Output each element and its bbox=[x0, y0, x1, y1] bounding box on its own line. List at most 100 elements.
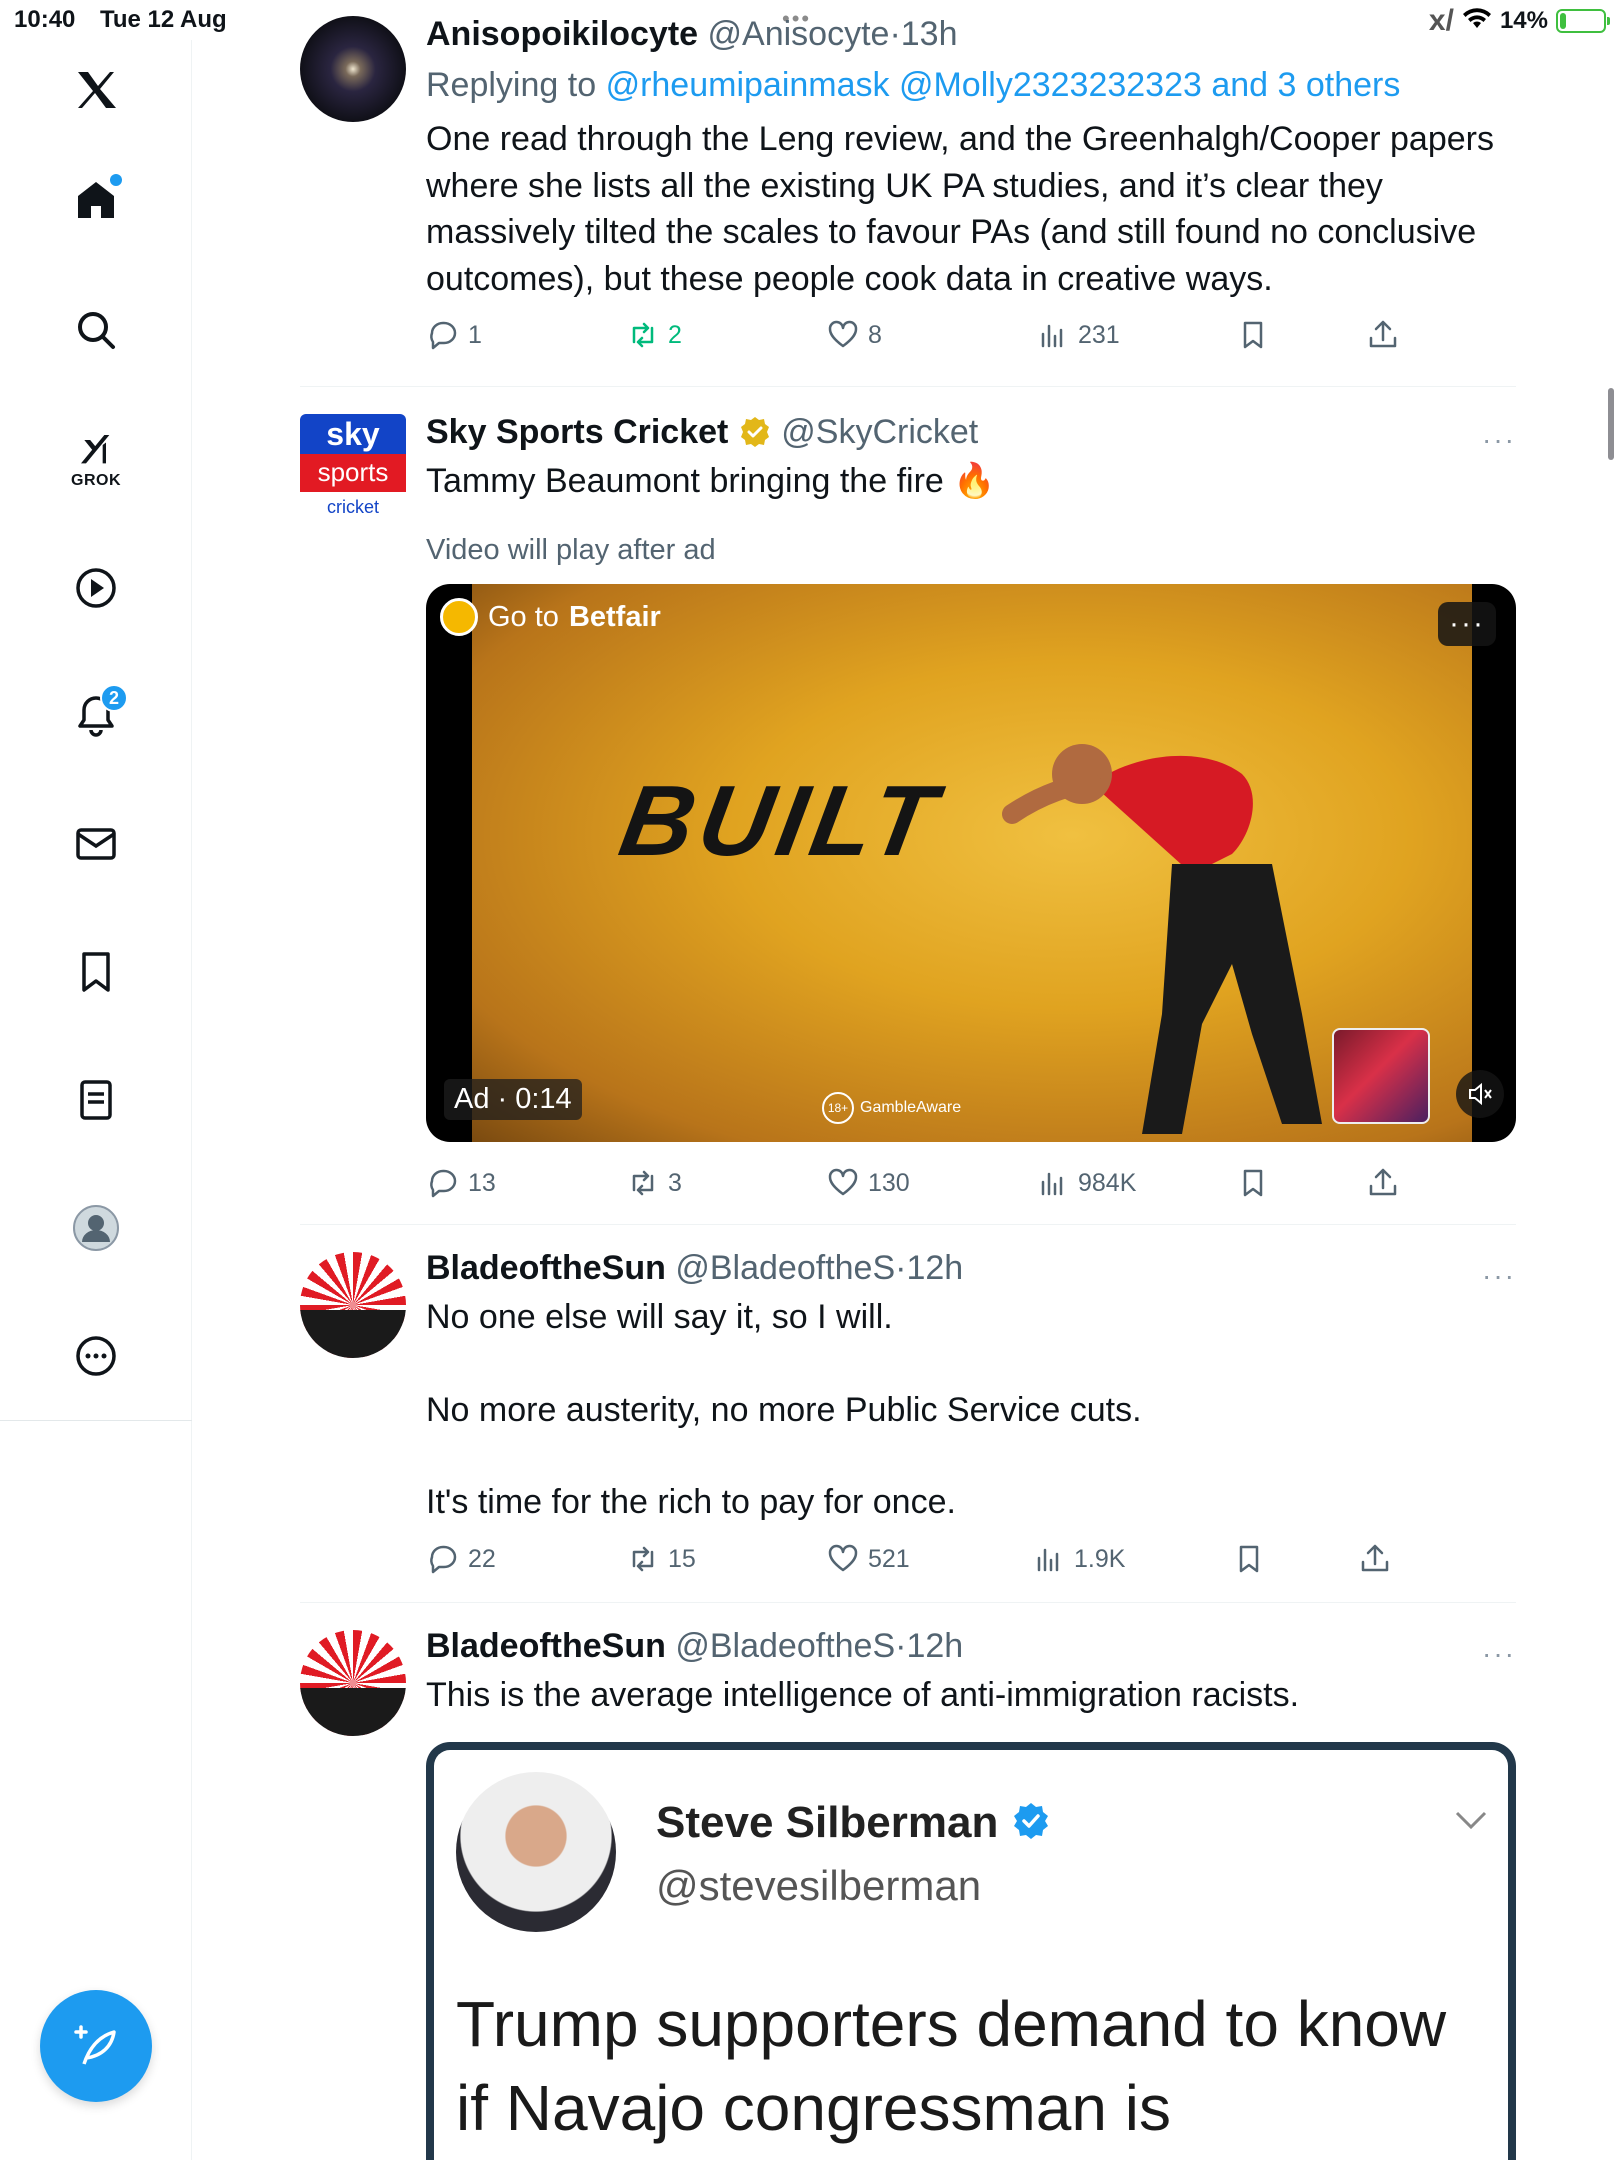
more-options-icon[interactable]: ··· bbox=[1482, 1638, 1516, 1670]
author-handle[interactable]: @SkyCricket bbox=[781, 413, 978, 451]
sidebar-item-home[interactable] bbox=[56, 160, 136, 240]
sidebar-item-video[interactable] bbox=[56, 548, 136, 628]
notifications-badge: 2 bbox=[100, 684, 128, 712]
timestamp[interactable]: 12h bbox=[906, 1249, 963, 1287]
video-icon bbox=[76, 568, 116, 608]
tweet-text: Tammy Beaumont bringing the fire 🔥 bbox=[426, 462, 996, 500]
repost-button[interactable]: 3 bbox=[626, 1166, 682, 1200]
more-options-icon[interactable]: ··· bbox=[1482, 424, 1516, 456]
ad-cta-button[interactable]: Go to Betfair bbox=[440, 598, 661, 636]
gamble-aware-badge: 18+ GambleAware bbox=[822, 1092, 961, 1124]
scrollbar[interactable] bbox=[1608, 388, 1614, 460]
share-button[interactable] bbox=[1366, 1166, 1400, 1200]
ad-cta-prefix: Go to bbox=[488, 600, 559, 633]
sidebar-nav: GROK 2 bbox=[0, 40, 192, 2160]
bookmark-button[interactable] bbox=[1236, 318, 1270, 352]
separator-dot: · bbox=[895, 1249, 907, 1287]
share-button[interactable] bbox=[1358, 1542, 1392, 1576]
video-frame: BUILT bbox=[472, 584, 1472, 1142]
date: Tue 12 Aug bbox=[100, 6, 227, 33]
bookmark-button[interactable] bbox=[1236, 1166, 1270, 1200]
author-handle[interactable]: @BladeoftheS bbox=[675, 1249, 895, 1287]
views-button[interactable]: 984K bbox=[1036, 1166, 1136, 1200]
home-unread-dot bbox=[110, 174, 122, 186]
video-player[interactable]: BUILT Go to Betfair ··· Ad · 0:14 18+ Gam… bbox=[426, 584, 1516, 1142]
embed-avatar bbox=[456, 1772, 616, 1932]
like-button[interactable]: 521 bbox=[826, 1542, 910, 1576]
separator-dot: · bbox=[895, 1627, 907, 1665]
tweet-text-line: No more austerity, no more Public Servic… bbox=[426, 1390, 1142, 1429]
author-name[interactable]: Sky Sports Cricket bbox=[426, 413, 728, 451]
replying-to-users[interactable]: @rheumipainmask @Molly2323232323 and 3 o… bbox=[606, 66, 1401, 104]
repost-count: 3 bbox=[668, 1168, 682, 1197]
tweet-text: One read through the Leng review, and th… bbox=[426, 120, 1494, 298]
tweet-actions: 13 3 130 984K bbox=[426, 1166, 1486, 1210]
x-logo-icon[interactable] bbox=[56, 50, 136, 130]
compose-post-button[interactable] bbox=[40, 1990, 152, 2102]
like-button[interactable]: 8 bbox=[826, 318, 882, 352]
sidebar-item-messages[interactable] bbox=[56, 804, 136, 884]
video-notice: Video will play after ad bbox=[426, 533, 716, 566]
reply-button[interactable]: 22 bbox=[426, 1542, 496, 1576]
tweet-divider bbox=[300, 386, 1516, 387]
embedded-screenshot[interactable]: Steve Silberman @stevesilberman Trump su… bbox=[426, 1742, 1516, 2160]
sidebar-item-lists[interactable] bbox=[56, 1060, 136, 1140]
replying-to-label: Replying to bbox=[426, 66, 597, 104]
author-handle[interactable]: @BladeoftheS bbox=[675, 1627, 895, 1665]
more-icon bbox=[76, 1336, 116, 1376]
reply-button[interactable]: 13 bbox=[426, 1166, 496, 1200]
avatar-sky-sports-cricket[interactable]: sky sports cricket bbox=[300, 414, 406, 524]
gamble-aware-text: GambleAware bbox=[860, 1099, 962, 1116]
repost-icon bbox=[632, 1546, 654, 1572]
embed-tweet-text: Trump supporters demand to know if Navaj… bbox=[456, 1988, 1447, 2144]
share-button[interactable] bbox=[1366, 318, 1400, 352]
replying-to: Replying to @rheumipainmask @Molly232323… bbox=[426, 62, 1516, 108]
repost-icon bbox=[632, 322, 654, 348]
heart-icon bbox=[828, 320, 858, 348]
view-count: 231 bbox=[1078, 320, 1120, 349]
author-name[interactable]: Anisopoikilocyte bbox=[426, 15, 698, 53]
avatar-rising-sun[interactable] bbox=[300, 1630, 406, 1736]
video-more-options-icon[interactable]: ··· bbox=[1438, 602, 1496, 646]
views-icon bbox=[1041, 1172, 1063, 1196]
author-name[interactable]: BladeoftheSun bbox=[426, 1627, 666, 1665]
bookmark-button[interactable] bbox=[1232, 1542, 1266, 1576]
tweet-text-line: It's time for the rich to pay for once. bbox=[426, 1483, 956, 1521]
avatar-rising-sun[interactable] bbox=[300, 1252, 406, 1358]
like-count: 8 bbox=[868, 320, 882, 349]
more-options-icon[interactable]: ··· bbox=[1482, 1260, 1516, 1292]
tweet-divider bbox=[300, 1602, 1516, 1603]
views-button[interactable]: 1.9K bbox=[1032, 1542, 1125, 1576]
repost-button[interactable]: 15 bbox=[626, 1542, 696, 1576]
timestamp[interactable]: 12h bbox=[906, 1627, 963, 1665]
sidebar-item-more[interactable] bbox=[56, 1316, 136, 1396]
views-button[interactable]: 231 bbox=[1036, 318, 1120, 352]
author-name[interactable]: BladeoftheSun bbox=[426, 1249, 666, 1287]
share-icon bbox=[1369, 320, 1397, 348]
verified-gold-icon bbox=[740, 417, 769, 447]
avatar-galaxy[interactable] bbox=[300, 16, 406, 122]
sidebar-item-notifications[interactable]: 2 bbox=[56, 676, 136, 756]
tweet-text: This is the average intelligence of anti… bbox=[426, 1676, 1300, 1714]
views-icon bbox=[1041, 324, 1063, 348]
sidebar-item-profile[interactable] bbox=[56, 1188, 136, 1268]
sidebar-item-explore[interactable] bbox=[56, 290, 136, 370]
timestamp[interactable]: 13h bbox=[901, 15, 958, 53]
view-count: 984K bbox=[1078, 1168, 1137, 1197]
grok-icon bbox=[81, 435, 110, 464]
views-icon bbox=[1037, 1548, 1059, 1572]
up-next-thumbnail[interactable] bbox=[1332, 1028, 1430, 1124]
sidebar-item-bookmarks[interactable] bbox=[56, 932, 136, 1012]
share-icon bbox=[1361, 1544, 1389, 1572]
author-handle[interactable]: @Anisocyte bbox=[708, 15, 890, 53]
heart-icon bbox=[828, 1168, 858, 1196]
like-button[interactable]: 130 bbox=[826, 1166, 910, 1200]
feather-plus-icon bbox=[74, 2025, 116, 2065]
repost-icon bbox=[632, 1170, 654, 1196]
repost-button[interactable]: 2 bbox=[626, 318, 682, 352]
avatar-sky-text: sky bbox=[300, 414, 406, 454]
sidebar-item-grok[interactable]: GROK bbox=[56, 420, 136, 500]
reply-button[interactable]: 1 bbox=[426, 318, 482, 352]
speaker-muted-icon bbox=[1469, 1082, 1492, 1106]
mute-button[interactable] bbox=[1456, 1070, 1504, 1118]
